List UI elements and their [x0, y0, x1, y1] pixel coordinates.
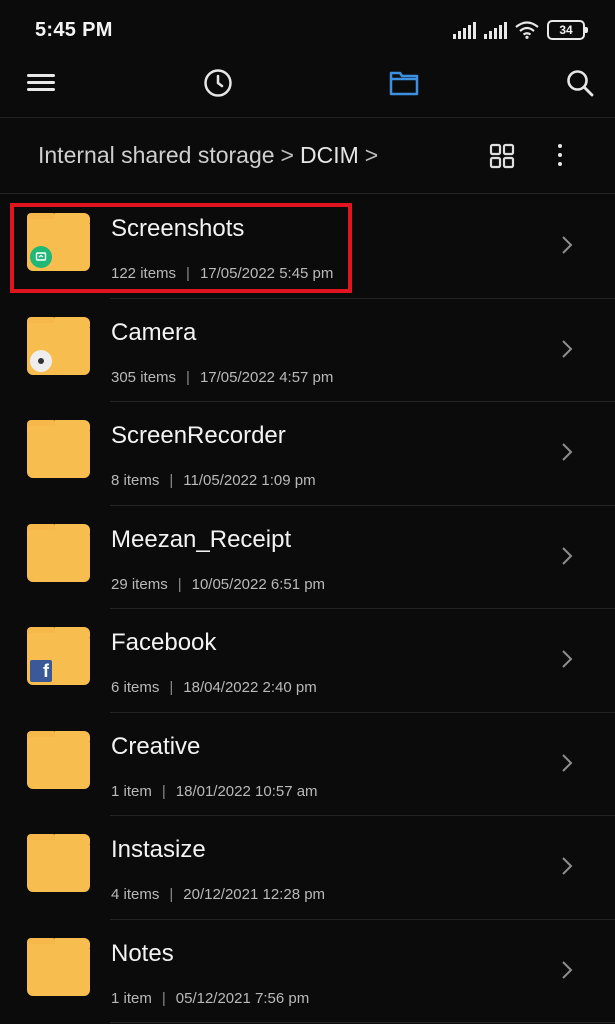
item-count: 1 item: [111, 782, 152, 800]
folder-name: Screenshots: [111, 215, 245, 242]
modified-date: 10/05/2022 6:51 pm: [191, 575, 326, 593]
chevron-right-icon: [562, 443, 573, 461]
folder-icon: [27, 213, 90, 271]
divider: [0, 193, 615, 194]
folder-row-screenshots[interactable]: Screenshots 122 items | 17/05/2022 5:45 pm: [0, 195, 615, 299]
breadcrumb-separator: >: [280, 142, 294, 168]
folder-meta: 1 item | 18/01/2022 10:57 am: [111, 782, 318, 800]
modified-date: 11/05/2022 1:09 pm: [183, 472, 316, 489]
folder-icon: [27, 730, 90, 789]
folder-meta: 4 items | 20/12/2021 12:28 pm: [111, 886, 326, 903]
item-count: 305 items: [111, 368, 177, 386]
folder-list: Screenshots 122 items | 17/05/2022 5:45 pm…: [0, 195, 615, 1023]
grid-view-icon[interactable]: [488, 143, 516, 169]
folder-name: Meezan_Receipt: [111, 525, 292, 553]
chevron-right-icon: [562, 650, 573, 668]
chevron-right-icon: [562, 857, 573, 875]
folder-meta: 122 items | 17/05/2022 5:45 pm: [111, 265, 334, 282]
folder-name: Camera: [111, 318, 197, 346]
folder-icon: [27, 834, 90, 892]
status-bar: 5:45 PM 34: [0, 0, 615, 60]
hamburger-menu-icon[interactable]: [18, 60, 63, 105]
status-icons: 34: [453, 20, 588, 40]
folder-icon[interactable]: [381, 60, 426, 105]
screenshot-badge-icon: [30, 246, 52, 268]
folder-name: ScreenRecorder: [111, 422, 286, 449]
folder-meta: 1 item | 05/12/2021 7:56 pm: [111, 989, 310, 1007]
folder-name: Instasize: [111, 836, 206, 863]
folder-icon: [27, 523, 90, 582]
item-count: 122 items: [111, 265, 177, 282]
item-count: 4 items: [111, 886, 160, 903]
breadcrumb-separator: >: [364, 142, 379, 168]
divider: [0, 117, 615, 118]
signal-icon: [484, 21, 507, 39]
breadcrumb-root[interactable]: Internal shared storage: [38, 142, 275, 168]
folder-icon: [27, 937, 90, 996]
chevron-right-icon: [562, 339, 573, 358]
folder-meta: 305 items | 17/05/2022 4:57 pm: [111, 368, 334, 386]
folder-name: Creative: [111, 732, 201, 760]
modified-date: 05/12/2021 7:56 pm: [175, 989, 310, 1007]
item-count: 29 items: [111, 575, 168, 593]
folder-name: Notes: [111, 939, 174, 967]
chevron-right-icon: [562, 753, 573, 772]
folder-meta: 6 items | 18/04/2022 2:40 pm: [111, 679, 317, 696]
folder-row-screenrecorder[interactable]: ScreenRecorder 8 items | 11/05/2022 1:09 p…: [0, 402, 615, 506]
chevron-right-icon: [562, 236, 573, 254]
folder-row-facebook[interactable]: f Facebook 6 items | 18/04/2022 2:40 pm: [0, 609, 615, 713]
wifi-icon: [515, 21, 539, 39]
modified-date: 18/04/2022 2:40 pm: [183, 679, 317, 696]
facebook-badge-icon: f: [30, 660, 52, 682]
status-time: 5:45 PM: [35, 19, 113, 41]
item-count: 6 items: [111, 679, 160, 696]
chevron-right-icon: [562, 546, 573, 565]
folder-meta: 29 items | 10/05/2022 6:51 pm: [111, 575, 326, 593]
item-count: 1 item: [111, 989, 152, 1007]
folder-meta: 8 items | 11/05/2022 1:09 pm: [111, 472, 316, 489]
battery-icon: 34: [547, 20, 588, 40]
folder-row-camera[interactable]: Camera 305 items | 17/05/2022 4:57 pm: [0, 299, 615, 403]
clock-icon[interactable]: [195, 60, 240, 105]
folder-icon: [27, 316, 90, 375]
modified-date: 17/05/2022 5:45 pm: [199, 265, 334, 282]
folder-row-notes[interactable]: Notes 1 item | 05/12/2021 7:56 pm: [0, 920, 615, 1024]
search-icon[interactable]: [557, 60, 602, 105]
camera-badge-icon: [30, 349, 52, 372]
folder-row-instasize[interactable]: Instasize 4 items | 20/12/2021 12:28 pm: [0, 816, 615, 920]
modified-date: 17/05/2022 4:57 pm: [199, 368, 334, 386]
modified-date: 18/01/2022 10:57 am: [175, 782, 318, 800]
folder-icon: [27, 420, 90, 478]
folder-name: Facebook: [111, 629, 217, 656]
signal-icon: [453, 21, 476, 39]
breadcrumb-current[interactable]: DCIM: [300, 142, 359, 168]
folder-icon: f: [27, 627, 90, 685]
more-options-icon[interactable]: [548, 140, 572, 170]
item-count: 8 items: [111, 472, 160, 489]
folder-row-creative[interactable]: Creative 1 item | 18/01/2022 10:57 am: [0, 713, 615, 817]
folder-row-meezan-receipt[interactable]: Meezan_Receipt 29 items | 10/05/2022 6:51 …: [0, 506, 615, 610]
chevron-right-icon: [562, 960, 573, 979]
top-toolbar: [0, 60, 615, 115]
breadcrumb: Internal shared storage > DCIM >: [38, 142, 384, 169]
modified-date: 20/12/2021 12:28 pm: [183, 886, 326, 903]
